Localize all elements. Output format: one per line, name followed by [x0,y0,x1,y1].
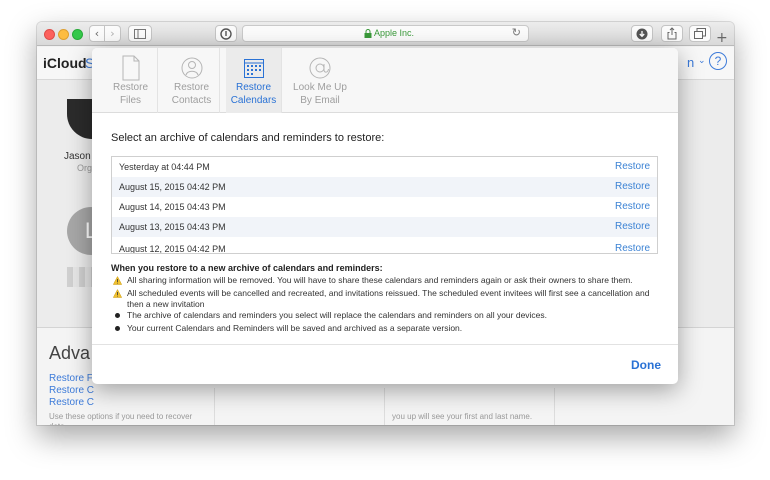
forward-button[interactable]: › [105,25,121,42]
archive-row: August 15, 2015 04:42 PM Restore [112,177,657,197]
advanced-title: Adva [49,343,91,363]
archive-list[interactable]: Yesterday at 04:44 PM Restore August 15,… [111,156,658,254]
tabs-overview-button[interactable] [689,25,711,42]
restore-button[interactable]: Restore [615,181,650,192]
archive-row: August 14, 2015 04:43 PM Restore [112,197,657,217]
back-button[interactable]: ‹ [89,25,105,42]
tabs-icon [694,28,706,39]
tab-label: Look Me Up [293,82,347,93]
tab-label: Files [119,95,142,106]
chevron-down-icon[interactable]: ⌄ [698,56,706,66]
restore-button[interactable]: Restore [615,201,650,212]
archive-date: August 15, 2015 04:42 PM [119,182,226,192]
archive-row: August 12, 2015 04:42 PM Restore [112,239,657,254]
tab-restore-contacts[interactable]: Restore Contacts [164,48,220,113]
archive-date: August 13, 2015 04:43 PM [119,222,226,232]
restore-link[interactable]: Restore C [49,397,94,408]
tab-look-me-up[interactable]: Look Me Up By Email [288,48,352,113]
app-title: iCloud [43,55,87,71]
browser-toolbar: ‹ › Apple Inc. ↻ + [37,22,734,46]
address-url: Apple Inc. [374,28,415,38]
archive-date: August 12, 2015 04:42 PM [119,244,226,254]
notice-text: The archive of calendars and reminders y… [127,310,548,320]
notice-text: All sharing information will be removed.… [127,275,633,285]
share-button[interactable] [661,25,683,42]
tab-label: Restore [112,82,148,93]
divider [214,388,215,425]
sidebar-icon [134,29,146,39]
restore-tabs: Restore Files Restore Contacts Restore C… [92,48,678,113]
restore-link[interactable]: Restore C [49,385,94,396]
warning-icon [113,289,122,298]
tab-label: Contacts [171,95,212,106]
download-icon [636,28,648,40]
restore-button[interactable]: Restore [615,221,650,232]
notice-title: When you restore to a new archive of cal… [111,263,383,273]
chevron-right-icon: › [110,27,115,40]
tab-restore-calendars[interactable]: Restore Calendars [226,48,282,113]
bullet-icon [115,313,120,318]
tab-label: By Email [300,95,340,106]
bullet-icon [115,326,120,331]
at-sign-icon [309,57,331,79]
archive-row: August 13, 2015 04:43 PM Restore [112,217,657,237]
lock-icon [364,29,372,38]
contacts-icon [181,57,202,79]
downloads-button[interactable] [631,25,653,42]
restore-button[interactable]: Restore [615,161,650,172]
chevron-left-icon: ‹ [94,27,100,40]
warning-icon [113,276,122,285]
divider [554,388,555,425]
advanced-note-2: you up will see your first and last name… [392,412,533,421]
notice-text: All scheduled events will be cancelled a… [127,288,650,309]
tab-label: Calendars [230,95,277,106]
reader-button[interactable] [215,25,237,42]
account-menu[interactable]: n [687,55,694,70]
done-button[interactable]: Done [631,358,661,372]
notice-text: Your current Calendars and Reminders wil… [127,323,463,333]
restore-button[interactable]: Restore [615,243,650,253]
archive-date: August 14, 2015 04:43 PM [119,202,226,212]
dialog-divider [92,344,678,345]
tab-label: Restore [235,82,271,93]
minimize-window-button[interactable] [58,29,69,40]
address-bar[interactable]: Apple Inc. ↻ [242,25,529,42]
archive-row: Yesterday at 04:44 PM Restore [112,157,657,177]
advanced-note: Use these options if you need to recover… [49,412,193,425]
dialog-prompt: Select an archive of calendars and remin… [111,132,385,144]
sidebar-toggle-button[interactable] [128,25,152,42]
restore-calendars-dialog: Restore Files Restore Contacts Restore C… [92,48,678,384]
reload-icon[interactable]: ↻ [512,26,521,39]
calendar-icon [243,59,264,78]
info-icon [220,28,232,40]
tab-restore-files[interactable]: Restore Files [104,48,158,113]
help-icon[interactable]: ? [709,52,727,70]
share-icon [667,27,677,40]
divider [384,388,385,425]
archive-date: Yesterday at 04:44 PM [119,162,210,172]
restore-link[interactable]: Restore F [49,373,93,384]
user-name: Jason [64,151,91,162]
file-icon [122,55,139,81]
close-window-button[interactable] [44,29,55,40]
maximize-window-button[interactable] [72,29,83,40]
new-tab-button[interactable]: + [716,30,728,46]
tab-label: Restore [173,82,209,93]
